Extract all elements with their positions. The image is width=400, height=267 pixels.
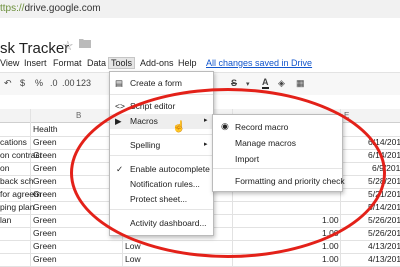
menu-separator <box>110 94 213 95</box>
menu-item-macros[interactable]: Macros <box>130 116 158 126</box>
menu-item-script-editor[interactable]: Script editor <box>130 101 175 111</box>
menu-item-formatting-priority-check[interactable]: Formatting and priority check <box>235 176 345 186</box>
fill-color-icon[interactable]: ◈ <box>278 78 285 89</box>
menu-item-activity-dashboard[interactable]: Activity dashboard... <box>130 218 207 228</box>
menu-view[interactable]: View <box>0 58 21 68</box>
save-status-link[interactable]: All changes saved in Drive <box>204 58 314 68</box>
document-title[interactable]: sk Tracker <box>0 40 69 57</box>
menu-item-import[interactable]: Import <box>235 154 259 164</box>
star-icon[interactable]: ☆ <box>62 38 74 54</box>
menu-separator <box>110 209 213 210</box>
table-row[interactable]: GreenLow1.004/13/2016 <box>0 240 400 254</box>
menu-data[interactable]: Data <box>85 58 108 68</box>
submenu-arrow-icon: ▸ <box>204 141 208 148</box>
text-color-button[interactable]: A <box>262 78 269 89</box>
decrease-decimal-button[interactable]: .0 <box>50 78 58 88</box>
strikethrough-button[interactable]: S <box>231 78 237 88</box>
menu-item-manage-macros[interactable]: Manage macros <box>235 138 296 148</box>
form-icon: ▤ <box>115 78 124 88</box>
menu-item-macros-highlight[interactable] <box>110 114 213 129</box>
menu-separator <box>213 168 342 169</box>
play-icon: ▶ <box>115 116 122 126</box>
menu-item-notification-rules[interactable]: Notification rules... <box>130 179 200 189</box>
menu-format[interactable]: Format <box>51 58 84 68</box>
more-formats-button[interactable]: 123 <box>76 78 91 88</box>
menu-insert[interactable]: Insert <box>22 58 49 68</box>
tools-menu: ▤ Create a form <> Script editor ▶ Macro… <box>109 71 214 236</box>
url-text[interactable]: ttps://drive.google.com <box>0 3 101 14</box>
menu-help[interactable]: Help <box>176 58 199 68</box>
browser-url-bar[interactable]: ttps://drive.google.com <box>0 0 400 19</box>
column-header-e[interactable]: E <box>344 111 349 120</box>
menu-tools[interactable]: Tools <box>108 57 136 69</box>
menu-item-spelling[interactable]: Spelling <box>130 140 160 150</box>
menu-item-enable-autocomplete[interactable]: Enable autocomplete <box>130 164 210 174</box>
increase-decimal-button[interactable]: .00 <box>62 78 75 88</box>
code-icon: <> <box>115 101 125 111</box>
menu-item-protect-sheet[interactable]: Protect sheet... <box>130 194 187 204</box>
menu-separator <box>110 155 213 156</box>
column-header-b[interactable]: B <box>76 111 81 120</box>
submenu-arrow-icon: ▸ <box>204 117 208 124</box>
menu-add-ons[interactable]: Add-ons <box>138 58 176 68</box>
chevron-down-icon[interactable]: ▾ <box>246 80 250 88</box>
menu-item-create-form[interactable]: Create a form <box>130 78 182 88</box>
currency-button[interactable]: $ <box>20 78 25 88</box>
undo-icon[interactable]: ↶ <box>4 78 12 89</box>
record-icon: ◉ <box>221 121 229 131</box>
check-icon: ✓ <box>116 164 124 174</box>
borders-icon[interactable]: ▦ <box>296 78 305 89</box>
menu-item-record-macro[interactable]: Record macro <box>235 122 288 132</box>
macros-submenu: ◉ Record macro Manage macros Import Form… <box>212 114 345 192</box>
hand-cursor-icon: ☝ <box>172 121 186 133</box>
percent-button[interactable]: % <box>35 78 43 88</box>
menu-separator <box>110 134 213 135</box>
table-row[interactable]: GreenLow1.004/13/2016 <box>0 253 400 267</box>
drive-folder-icon[interactable] <box>79 38 91 48</box>
